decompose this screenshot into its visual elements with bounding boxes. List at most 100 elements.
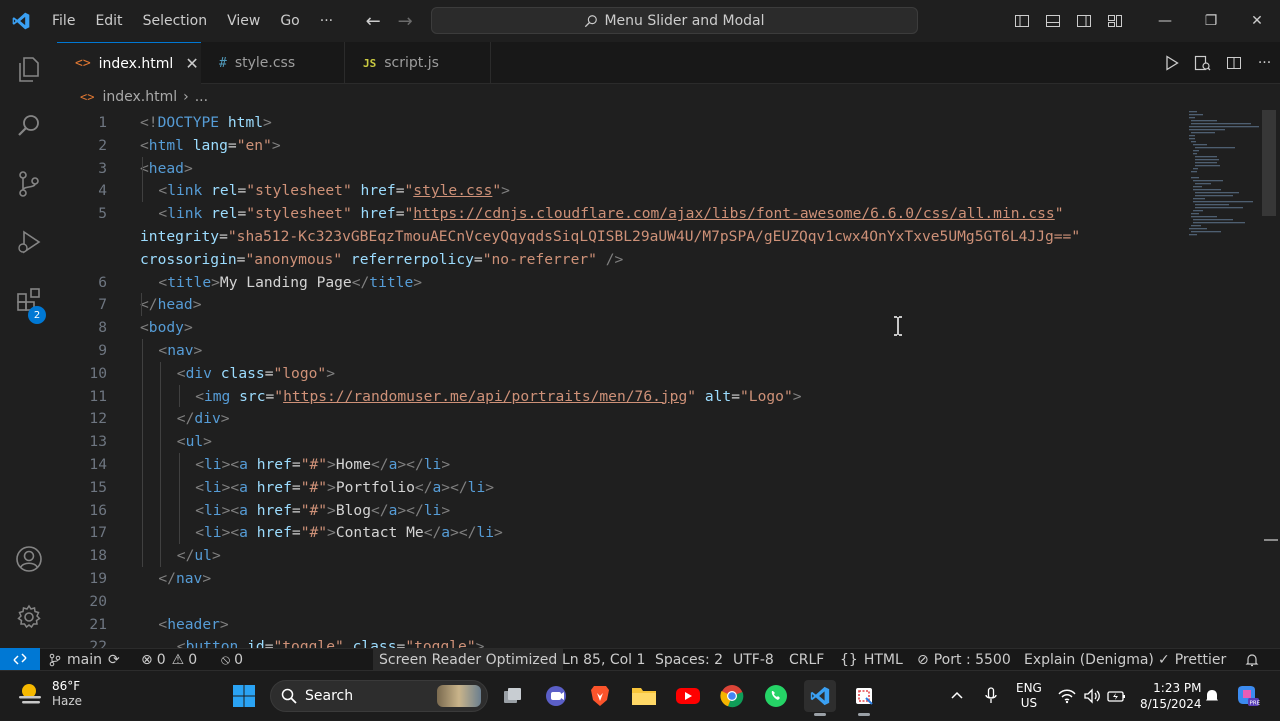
notification-bell-icon[interactable] — [1204, 671, 1220, 721]
code-line[interactable]: 4 <link rel="stylesheet" href="style.css"… — [57, 179, 1187, 202]
more-actions-icon[interactable]: ··· — [1249, 42, 1280, 84]
clock[interactable]: 1:23 PM 8/15/2024 — [1140, 671, 1202, 721]
vscode-logo-icon[interactable] — [0, 0, 42, 42]
code-line[interactable]: 15 <li><a href="#">Portfolio</a></li> — [57, 476, 1187, 499]
code-line[interactable]: 22 <button id="toggle" class="toggle"> — [57, 635, 1187, 648]
prettier-status[interactable]: ✓ Prettier — [1158, 649, 1226, 670]
code-line[interactable]: 17 <li><a href="#">Contact Me</a></li> — [57, 521, 1187, 544]
menu-selection[interactable]: Selection — [133, 0, 218, 42]
taskbar-search[interactable]: Search — [270, 680, 488, 712]
notifications-bell-icon[interactable] — [1245, 649, 1264, 670]
tab-index-html[interactable]: <> index.html ✕ — [57, 42, 201, 84]
live-server-status[interactable]: ⊘ Port : 5500 — [917, 649, 1011, 670]
run-icon[interactable] — [1156, 42, 1187, 84]
folder-icon[interactable] — [628, 680, 660, 712]
code-token: id — [247, 638, 265, 648]
remote-indicator-icon[interactable] — [0, 648, 40, 670]
indentation-status[interactable]: Spaces: 2 — [655, 649, 723, 670]
code-line[interactable]: 12 </div> — [57, 407, 1187, 430]
menu-more[interactable]: ··· — [310, 0, 343, 42]
breadcrumb-rest[interactable]: ... — [195, 89, 208, 105]
toggle-primary-sidebar-icon[interactable] — [1006, 0, 1037, 42]
split-editor-icon[interactable] — [1218, 42, 1249, 84]
encoding-status[interactable]: UTF-8 — [733, 649, 774, 670]
microphone-icon[interactable] — [984, 671, 998, 721]
source-control-icon[interactable] — [0, 160, 57, 208]
code-line[interactable]: 1 <!DOCTYPE html> — [57, 111, 1187, 134]
code-line[interactable]: integrity="sha512-Kc323vGBEqzTmouAECnVce… — [57, 225, 1187, 248]
forward-arrow-icon[interactable]: → — [389, 11, 421, 32]
code-line[interactable]: crossorigin="anonymous" referrerpolicy="… — [57, 248, 1187, 271]
branch-status[interactable]: main ⟳ — [48, 649, 120, 670]
code-line[interactable]: 10 <div class="logo"> — [57, 362, 1187, 385]
close-window-button[interactable]: ✕ — [1234, 0, 1280, 42]
code-line[interactable]: 9 <nav> — [57, 339, 1187, 362]
wifi-icon[interactable] — [1058, 671, 1076, 721]
code-line[interactable]: 6 <title>My Landing Page</title> — [57, 271, 1187, 294]
vscode-icon[interactable] — [804, 680, 836, 716]
customize-layout-icon[interactable] — [1099, 0, 1130, 42]
code-line[interactable]: 14 <li><a href="#">Home</a></li> — [57, 453, 1187, 476]
minimize-button[interactable]: — — [1142, 0, 1188, 42]
code-line[interactable]: 16 <li><a href="#">Blog</a></li> — [57, 499, 1187, 522]
start-icon[interactable] — [228, 680, 260, 712]
cursor-position[interactable]: Ln 85, Col 1 — [562, 649, 645, 670]
extensions-icon[interactable]: 2 — [0, 276, 57, 324]
screen-reader-status[interactable]: Screen Reader Optimized — [373, 649, 564, 670]
menu-edit[interactable]: Edit — [85, 0, 132, 42]
explain-status[interactable]: Explain (Denigma) — [1024, 649, 1154, 670]
battery-icon[interactable] — [1107, 671, 1127, 721]
sync-icon[interactable]: ⟳ — [108, 652, 120, 668]
code-line[interactable]: 3 <head> — [57, 157, 1187, 180]
whatsapp-icon[interactable] — [760, 680, 792, 712]
snipping-tool-icon[interactable] — [848, 680, 880, 716]
minimap[interactable] — [1187, 110, 1262, 240]
code-line[interactable]: 8 <body> — [57, 316, 1187, 339]
code-line[interactable]: 5 <link rel="stylesheet" href="https://cd… — [57, 202, 1187, 225]
close-tab-icon[interactable]: ✕ — [185, 54, 198, 73]
command-center[interactable]: Menu Slider and Modal — [431, 7, 918, 34]
search-icon[interactable] — [0, 102, 57, 150]
teams-icon[interactable] — [540, 680, 572, 712]
eol-status[interactable]: CRLF — [789, 649, 824, 670]
task-view-icon[interactable] — [497, 680, 529, 712]
volume-icon[interactable] — [1083, 671, 1101, 721]
ports-status[interactable]: ⦸ 0 — [221, 649, 243, 670]
weather-widget[interactable]: 86°F Haze — [16, 679, 82, 709]
problems-status[interactable]: ⊗ 0 ⚠ 0 — [141, 649, 197, 670]
code-line[interactable]: 20 — [57, 590, 1187, 613]
language-mode[interactable]: {} HTML — [840, 649, 903, 670]
brave-icon[interactable] — [584, 680, 616, 712]
explorer-icon[interactable] — [0, 46, 57, 94]
code-line[interactable]: 19 </nav> — [57, 567, 1187, 590]
show-hidden-icons[interactable] — [950, 671, 964, 721]
restore-button[interactable]: ❐ — [1188, 0, 1234, 42]
toggle-secondary-sidebar-icon[interactable] — [1068, 0, 1099, 42]
menu-go[interactable]: Go — [270, 0, 309, 42]
tab-style-css[interactable]: # style.css — [201, 42, 345, 84]
youtube-icon[interactable] — [672, 680, 704, 712]
settings-gear-icon[interactable] — [0, 593, 57, 641]
code-line[interactable]: 18 </ul> — [57, 544, 1187, 567]
open-changes-icon[interactable] — [1187, 42, 1218, 84]
code-line[interactable]: 2 <html lang="en"> — [57, 134, 1187, 157]
tab-script-js[interactable]: JS script.js — [345, 42, 491, 84]
code-line[interactable]: 11 <img src="https://randomuser.me/api/po… — [57, 385, 1187, 408]
breadcrumb-file[interactable]: index.html — [102, 89, 177, 105]
chrome-icon[interactable] — [716, 680, 748, 712]
code-line[interactable]: 13 <ul> — [57, 430, 1187, 453]
accounts-icon[interactable] — [0, 535, 57, 583]
back-arrow-icon[interactable]: ← — [357, 11, 389, 32]
copilot-icon[interactable]: PRE — [1234, 671, 1260, 721]
input-language[interactable]: ENG US — [1016, 671, 1042, 721]
code-line[interactable]: 21 <header> — [57, 613, 1187, 636]
menu-file[interactable]: File — [42, 0, 85, 42]
vertical-scrollbar[interactable] — [1262, 110, 1276, 216]
line-number: 1 — [98, 114, 107, 131]
run-debug-icon[interactable] — [0, 218, 57, 266]
toggle-panel-icon[interactable] — [1037, 0, 1068, 42]
code-line[interactable]: 7 </head> — [57, 293, 1187, 316]
menu-view[interactable]: View — [217, 0, 270, 42]
code-editor[interactable]: 1 <!DOCTYPE html> 2 <html lang="en"> 3 <head>… — [57, 110, 1187, 648]
